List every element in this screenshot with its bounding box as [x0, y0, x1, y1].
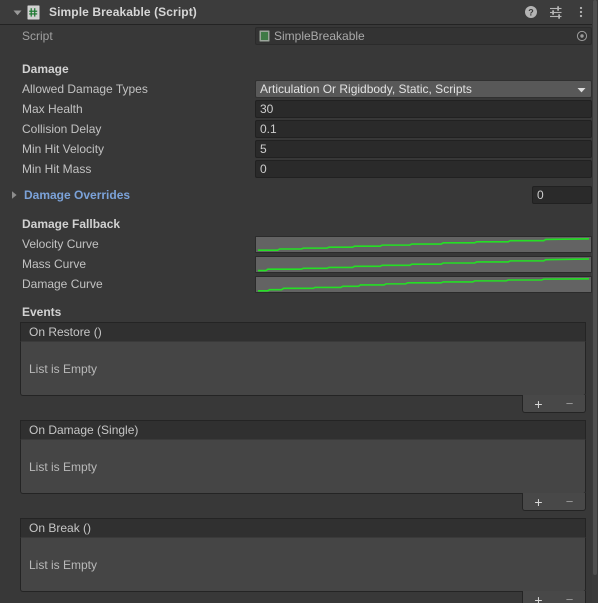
max-health-input[interactable]: 30	[255, 100, 592, 118]
field-row-damage-curve: Damage Curve	[0, 274, 598, 294]
damage-fallback-header: Damage Fallback	[22, 217, 121, 231]
svg-text:?: ?	[528, 8, 534, 18]
event-footer-on-restore: + −	[20, 395, 586, 414]
event-block-on-break: On Break () List is Empty + −	[20, 518, 586, 603]
remove-listener-button-on-damage[interactable]: −	[554, 493, 585, 510]
event-empty-text-on-break: List is Empty	[29, 557, 98, 572]
script-value: SimpleBreakable	[274, 29, 365, 43]
spacer-after-script	[0, 47, 598, 59]
event-footer-on-break: + −	[20, 591, 586, 603]
field-row-max-health: Max Health 30	[0, 99, 598, 119]
event-list-on-restore[interactable]: List is Empty	[20, 341, 586, 396]
spacer-before-events	[0, 294, 598, 302]
event-buttons-on-break: + −	[522, 591, 586, 603]
min-hit-velocity-input[interactable]: 5	[255, 140, 592, 158]
event-title-on-damage[interactable]: On Damage (Single)	[20, 420, 586, 439]
damage-curve-field[interactable]	[255, 275, 592, 293]
collision-delay-input[interactable]: 0.1	[255, 120, 592, 138]
event-empty-text-on-restore: List is Empty	[29, 361, 98, 376]
max-health-label: Max Health	[22, 102, 83, 116]
event-buttons-on-restore: + −	[522, 395, 586, 413]
event-block-on-damage: On Damage (Single) List is Empty + −	[20, 420, 586, 512]
event-title-on-restore[interactable]: On Restore ()	[20, 322, 586, 341]
scrollbar-thumb[interactable]	[593, 0, 597, 575]
allowed-damage-types-value: Articulation Or Rigidbody, Static, Scrip…	[260, 82, 472, 96]
damage-section-header: Damage	[22, 62, 69, 76]
remove-listener-button-on-restore[interactable]: −	[554, 395, 585, 412]
allowed-damage-types-dropdown[interactable]: Articulation Or Rigidbody, Static, Scrip…	[255, 80, 592, 98]
preset-icon[interactable]	[549, 5, 563, 19]
more-menu-icon[interactable]	[574, 5, 588, 19]
remove-listener-button-on-break[interactable]: −	[554, 591, 585, 603]
script-object-field[interactable]: SimpleBreakable	[255, 27, 592, 45]
event-footer-on-damage: + −	[20, 493, 586, 512]
event-empty-text-on-damage: List is Empty	[29, 459, 98, 474]
add-listener-button-on-break[interactable]: +	[523, 591, 554, 603]
help-icon[interactable]: ?	[524, 5, 538, 19]
collision-delay-label: Collision Delay	[22, 122, 102, 136]
min-hit-mass-label: Min Hit Mass	[22, 162, 92, 176]
damage-overrides-label: Damage Overrides	[24, 188, 131, 202]
event-list-on-damage[interactable]: List is Empty	[20, 439, 586, 494]
field-row-min-hit-velocity: Min Hit Velocity 5	[0, 139, 598, 159]
chevron-right-icon[interactable]	[8, 189, 20, 201]
vertical-scrollbar[interactable]	[592, 0, 598, 603]
script-asset-icon	[259, 30, 270, 42]
velocity-curve-label: Velocity Curve	[22, 237, 99, 251]
damage-overrides-foldout-row[interactable]: Damage Overrides 0	[0, 184, 598, 206]
event-block-on-restore: On Restore () List is Empty + −	[20, 322, 586, 414]
velocity-curve-field[interactable]	[255, 235, 592, 253]
spacer-before-fallback	[0, 206, 598, 214]
field-row-min-hit-mass: Min Hit Mass 0	[0, 159, 598, 179]
script-row: Script SimpleBreakable	[0, 25, 598, 47]
component-header-icons: ?	[524, 5, 592, 19]
event-buttons-on-damage: + −	[522, 493, 586, 511]
field-row-mass-curve: Mass Curve	[0, 254, 598, 274]
min-hit-mass-input[interactable]: 0	[255, 160, 592, 178]
csharp-script-icon	[26, 5, 41, 20]
event-list-on-break[interactable]: List is Empty	[20, 537, 586, 592]
add-listener-button-on-damage[interactable]: +	[523, 493, 554, 510]
add-listener-button-on-restore[interactable]: +	[523, 395, 554, 412]
event-title-on-break[interactable]: On Break ()	[20, 518, 586, 537]
component-title: Simple Breakable (Script)	[49, 5, 197, 19]
field-row-velocity-curve: Velocity Curve	[0, 234, 598, 254]
field-row-allowed-damage-types: Allowed Damage Types Articulation Or Rig…	[0, 79, 598, 99]
unity-inspector-panel: Simple Breakable (Script) ? Script Simpl…	[0, 0, 598, 603]
object-picker-icon[interactable]	[576, 30, 588, 42]
min-hit-velocity-label: Min Hit Velocity	[22, 142, 105, 156]
mass-curve-field[interactable]	[255, 255, 592, 273]
component-header[interactable]: Simple Breakable (Script) ?	[0, 0, 598, 25]
component-foldout-arrow-icon[interactable]	[10, 5, 24, 19]
allowed-damage-types-label: Allowed Damage Types	[22, 82, 148, 96]
damage-curve-label: Damage Curve	[22, 277, 103, 291]
events-header: Events	[22, 305, 62, 319]
mass-curve-label: Mass Curve	[22, 257, 87, 271]
chevron-down-icon	[576, 84, 587, 95]
script-label: Script	[22, 29, 53, 43]
inspector-body: Script SimpleBreakable Damage Allowed Da…	[0, 25, 598, 603]
damage-overrides-size-input[interactable]: 0	[532, 186, 592, 204]
field-row-collision-delay: Collision Delay 0.1	[0, 119, 598, 139]
